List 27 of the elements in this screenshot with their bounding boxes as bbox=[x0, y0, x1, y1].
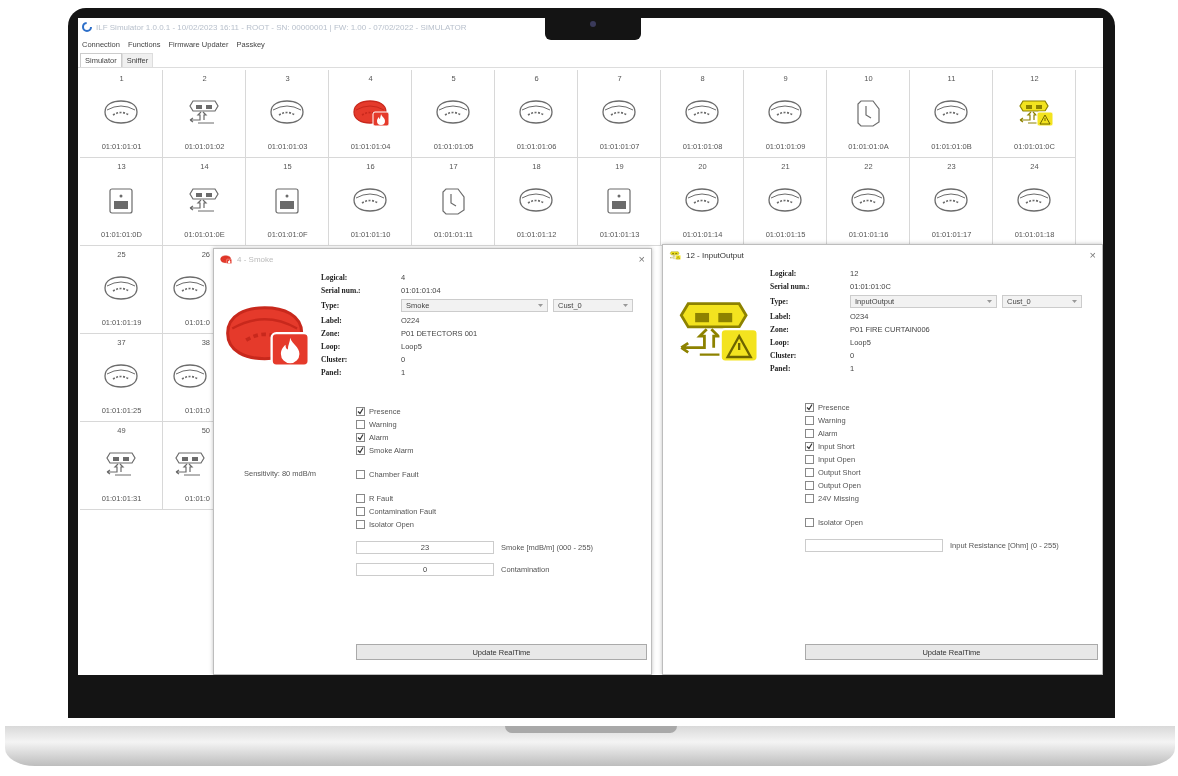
app-icon bbox=[82, 22, 92, 32]
dialog-title: 12 - InputOutput bbox=[686, 250, 745, 260]
checkbox[interactable] bbox=[805, 416, 814, 425]
checkbox[interactable] bbox=[356, 494, 365, 503]
caret-icon bbox=[623, 304, 628, 307]
checkbox[interactable] bbox=[356, 420, 365, 429]
checkbox[interactable] bbox=[356, 520, 365, 529]
checkbox[interactable] bbox=[805, 481, 814, 490]
checkbox[interactable] bbox=[805, 442, 814, 451]
caret-icon bbox=[987, 300, 992, 303]
checkbox[interactable] bbox=[805, 455, 814, 464]
caret-icon bbox=[538, 304, 543, 307]
checkbox[interactable] bbox=[356, 507, 365, 516]
checkbox[interactable] bbox=[356, 407, 365, 416]
checkbox[interactable] bbox=[356, 446, 365, 455]
camera-icon bbox=[590, 21, 596, 27]
checkbox[interactable] bbox=[805, 518, 814, 527]
close-button[interactable]: × bbox=[638, 253, 645, 265]
checkbox[interactable] bbox=[805, 494, 814, 503]
checkbox[interactable] bbox=[805, 429, 814, 438]
checkbox[interactable] bbox=[356, 433, 365, 442]
checkbox[interactable] bbox=[356, 470, 365, 479]
caret-icon bbox=[1072, 300, 1077, 303]
close-button[interactable]: × bbox=[1089, 249, 1096, 261]
input-field[interactable] bbox=[805, 539, 943, 552]
checkbox[interactable] bbox=[805, 403, 814, 412]
checkbox[interactable] bbox=[805, 468, 814, 477]
